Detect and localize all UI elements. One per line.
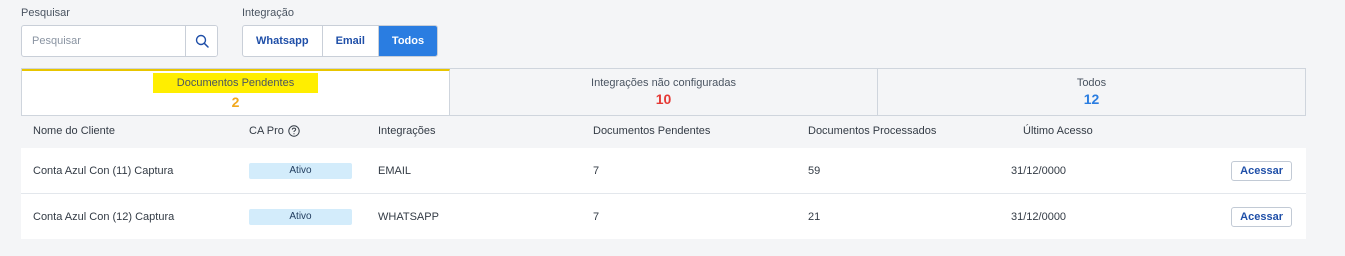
- tab-todos[interactable]: Todos 12: [878, 69, 1305, 115]
- cell-integration: WHATSAPP: [378, 210, 439, 223]
- search-button[interactable]: [185, 26, 217, 56]
- tab-integracoes-nao-configuradas[interactable]: Integrações não configuradas 10: [450, 69, 878, 115]
- tab-count: 2: [231, 94, 240, 110]
- cell-last-access: 31/12/0000: [1011, 164, 1067, 177]
- acessar-button[interactable]: Acessar: [1231, 160, 1292, 181]
- acessar-button[interactable]: Acessar: [1231, 206, 1292, 227]
- column-header-ca-pro-label: CA Pro: [249, 125, 284, 137]
- search-box: [21, 25, 218, 57]
- help-icon[interactable]: [288, 125, 300, 137]
- summary-tabs: Documentos Pendentes 2 Integrações não c…: [21, 68, 1306, 116]
- cell-client: Conta Azul Con (11) Captura: [33, 164, 174, 177]
- integration-option-email[interactable]: Email: [323, 26, 379, 56]
- cell-pending: 7: [593, 164, 600, 177]
- column-header-processed[interactable]: Documentos Processados: [808, 125, 936, 137]
- status-badge: Ativo: [249, 162, 352, 179]
- cell-client: Conta Azul Con (12) Captura: [33, 210, 175, 223]
- status-badge: Ativo: [249, 208, 352, 225]
- search-icon: [195, 34, 209, 48]
- integration-option-whatsapp[interactable]: Whatsapp: [243, 26, 323, 56]
- column-header-ca-pro[interactable]: CA Pro: [249, 125, 300, 137]
- filters-bar: Pesquisar Integração Whatsapp Email Todo…: [21, 7, 439, 57]
- cell-integration: EMAIL: [378, 164, 412, 177]
- search-label: Pesquisar: [21, 7, 70, 19]
- integration-label: Integração: [242, 7, 294, 19]
- column-header-client[interactable]: Nome do Cliente: [33, 125, 115, 137]
- tab-count: 12: [1083, 91, 1100, 107]
- cell-pending: 7: [593, 210, 600, 223]
- tab-label: Documentos Pendentes: [152, 73, 319, 93]
- search-input[interactable]: [22, 26, 185, 56]
- table-row: Conta Azul Con (12) Captura Ativo WHATSA…: [21, 194, 1306, 239]
- cell-last-access: 31/12/0000: [1011, 210, 1067, 223]
- column-header-integrations[interactable]: Integrações: [378, 125, 435, 137]
- integration-segmented-control: Whatsapp Email Todos: [242, 25, 439, 57]
- cell-processed: 21: [808, 210, 821, 223]
- table-body: Conta Azul Con (11) Captura Ativo EMAIL …: [21, 148, 1306, 239]
- tab-documentos-pendentes[interactable]: Documentos Pendentes 2: [22, 69, 450, 115]
- integration-option-todos[interactable]: Todos: [378, 26, 438, 56]
- table-row: Conta Azul Con (11) Captura Ativo EMAIL …: [21, 148, 1306, 194]
- column-header-pending[interactable]: Documentos Pendentes: [593, 125, 710, 137]
- column-header-last-access[interactable]: Último Acesso: [1023, 125, 1093, 137]
- cell-processed: 59: [808, 164, 821, 177]
- search-group: Pesquisar: [21, 7, 218, 57]
- tab-label: Todos: [1076, 77, 1107, 89]
- tab-label: Integrações não configuradas: [591, 77, 736, 89]
- table-header: Nome do Cliente CA Pro Integrações Docum…: [21, 122, 1306, 142]
- integration-group: Integração Whatsapp Email Todos: [242, 7, 439, 57]
- tab-count: 10: [655, 91, 672, 107]
